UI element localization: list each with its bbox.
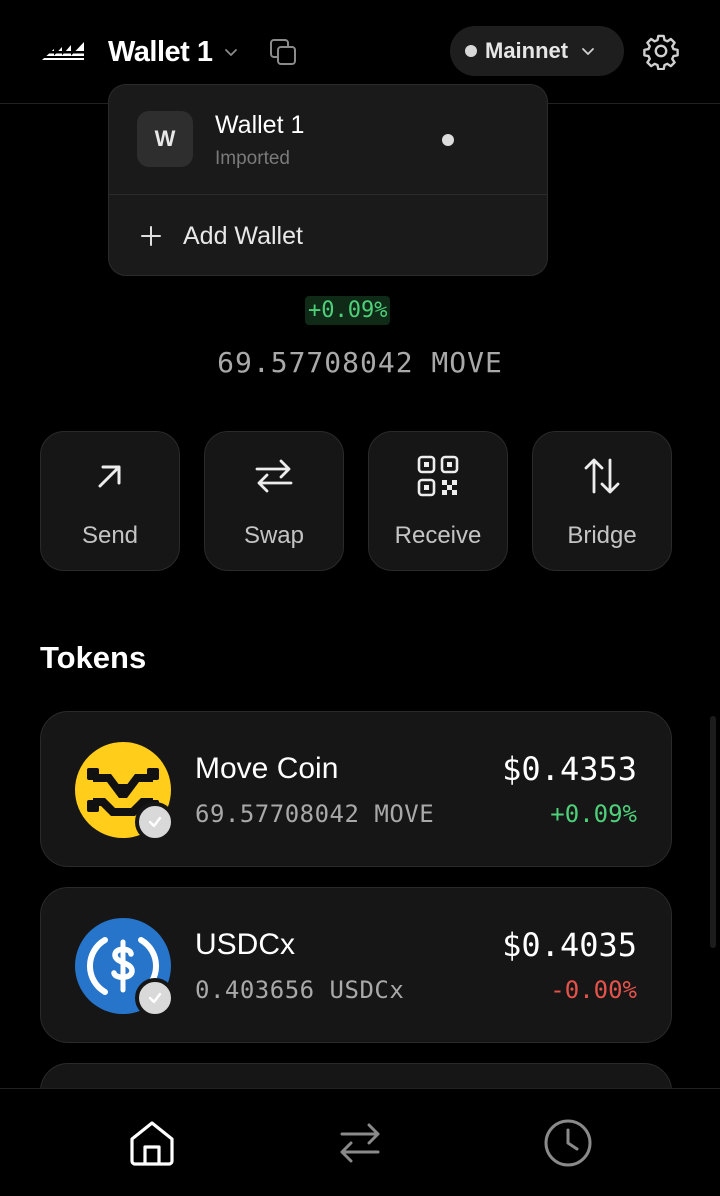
arrow-up-right-icon [98, 465, 121, 488]
verified-badge-icon [135, 802, 175, 842]
plus-icon [141, 226, 161, 246]
wallet-name: Wallet 1 [215, 111, 305, 139]
wallet-dropdown-menu: W Wallet 1 Imported Add Wallet [108, 84, 548, 276]
history-clock-icon[interactable] [542, 1117, 594, 1169]
send-label: Send [81, 522, 139, 549]
wallet-title: Wallet 1 [108, 35, 213, 68]
chevron-down-icon [582, 48, 595, 55]
chevron-down-icon [224, 49, 237, 56]
network-selector[interactable]: Mainnet [450, 26, 624, 76]
token-row-move-coin[interactable]: Move Coin 69.57708042 MOVE $0.4353 +0.09… [40, 711, 672, 867]
token-balance: 0.403656 USDCx [195, 976, 405, 1004]
network-status-dot [465, 45, 477, 57]
token-change: -0.00% [550, 976, 637, 1004]
movement-logo-icon [40, 42, 88, 60]
receive-button[interactable]: Receive [368, 431, 508, 571]
token-name: Move Coin [195, 752, 339, 785]
balance-amount: 69.57708042 MOVE [217, 346, 503, 379]
add-wallet-label: Add Wallet [183, 221, 303, 250]
receive-label: Receive [394, 522, 482, 549]
wallet-list-item[interactable]: W Wallet 1 Imported [109, 85, 547, 195]
add-wallet-button[interactable]: Add Wallet [109, 195, 547, 275]
token-price: $0.4035 [502, 926, 637, 964]
tokens-section-title: Tokens [40, 640, 147, 675]
bridge-label: Bridge [567, 522, 637, 549]
bridge-arrows-icon [584, 458, 620, 494]
token-balance: 69.57708042 MOVE [195, 800, 435, 828]
token-row-usdcx[interactable]: USDCx 0.403656 USDCx $0.4035 -0.00% [40, 887, 672, 1043]
home-icon[interactable] [126, 1117, 178, 1169]
scrollbar[interactable] [710, 716, 716, 948]
active-wallet-indicator [442, 134, 454, 146]
verified-badge-icon [135, 978, 175, 1018]
bottom-navigation [0, 1088, 720, 1196]
qr-code-icon [417, 455, 459, 497]
wallet-avatar: W [137, 111, 193, 167]
bridge-button[interactable]: Bridge [532, 431, 672, 571]
swap-arrows-icon [255, 459, 293, 493]
token-change: +0.09% [550, 800, 637, 828]
token-name: USDCx [195, 928, 296, 961]
action-buttons: Send Swap Receive Bridge [40, 431, 672, 571]
gear-icon[interactable] [642, 32, 680, 70]
swap-label: Swap [243, 522, 305, 549]
token-price: $0.4353 [502, 750, 637, 788]
copy-icon[interactable] [268, 37, 298, 67]
balance-change-badge: +0.09% [305, 296, 391, 325]
wallet-switcher[interactable]: Wallet 1 [108, 30, 239, 74]
swap-button[interactable]: Swap [204, 431, 344, 571]
wallet-subtitle: Imported [215, 148, 290, 169]
send-button[interactable]: Send [40, 431, 180, 571]
transfer-icon[interactable] [334, 1117, 386, 1169]
network-label: Mainnet [485, 38, 569, 63]
